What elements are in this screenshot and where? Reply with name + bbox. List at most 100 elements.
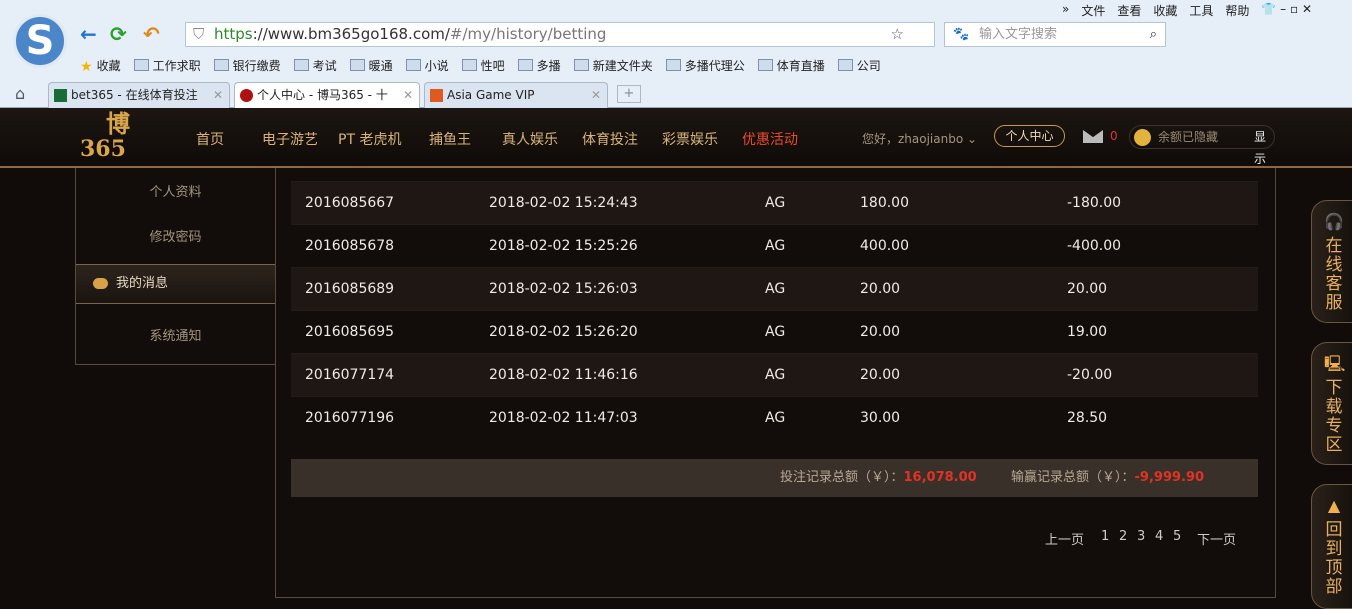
close-icon[interactable]: ✕ xyxy=(213,83,223,107)
nav-home[interactable]: 首页 xyxy=(196,129,224,149)
cell-order-id: 2016085695 xyxy=(305,324,395,340)
back-icon[interactable]: ← xyxy=(80,22,97,46)
win-total-label: 输赢记录总额（￥）： xyxy=(1011,470,1135,485)
browser-chrome: » 文件 查看 收藏 工具 帮助 👕 – ▫ ✕ S ← ⟳ ↶ ⛉ https… xyxy=(0,0,1352,108)
tab-personal-center[interactable]: 个人中心 - 博马365 - 十 ✕ xyxy=(234,82,420,108)
bookmark[interactable]: 多播代理公 xyxy=(666,57,745,75)
shield-icon: ⛉ xyxy=(193,25,205,43)
site-logo[interactable]: 博 365 xyxy=(80,112,164,164)
window-controls[interactable]: 👕 – ▫ ✕ xyxy=(1261,2,1312,19)
menu-help[interactable]: 帮助 xyxy=(1225,2,1249,19)
page-1[interactable]: 1 xyxy=(1101,529,1109,544)
bookmark[interactable]: 工作求职 xyxy=(134,57,201,75)
nav-fishing[interactable]: 捕鱼王 xyxy=(429,129,471,149)
cell-bet-amount: 400.00 xyxy=(860,238,909,254)
sidebar-item-profile[interactable]: 个人资料 xyxy=(76,181,275,200)
bookmark-favorites[interactable]: 收藏 xyxy=(80,57,121,75)
float-label: 在线客服 xyxy=(1325,236,1343,313)
float-label: 下载专区 xyxy=(1325,378,1343,455)
user-greeting[interactable]: 您好，zhaojianbo ⌄ xyxy=(862,130,977,147)
bookmark[interactable]: 考试 xyxy=(294,57,337,75)
win-total: 输赢记录总额（￥）：-9,999.90 xyxy=(1011,459,1204,497)
table-row: 2016077196 2018-02-02 11:47:03 AG 30.00 28.5… xyxy=(291,396,1258,439)
bookmark[interactable]: 多播 xyxy=(518,57,561,75)
star-icon[interactable]: ☆ xyxy=(891,23,904,46)
nav-promotions[interactable]: 优惠活动 xyxy=(742,129,798,149)
online-service-button[interactable]: 🎧 在线客服 xyxy=(1311,200,1352,323)
cell-win-loss: -400.00 xyxy=(1067,238,1122,254)
home-icon[interactable]: ⌂ xyxy=(15,84,25,103)
bet-total-label: 投注记录总额（￥）： xyxy=(780,470,904,485)
cell-win-loss: 28.50 xyxy=(1067,410,1108,426)
new-tab-button[interactable]: + xyxy=(617,85,641,103)
sidebar-item-system-notice[interactable]: 系统通知 xyxy=(76,325,275,344)
personal-center-button[interactable]: 个人中心 xyxy=(994,125,1065,147)
site-favicon xyxy=(240,89,253,102)
url-scheme: https xyxy=(214,25,253,43)
cell-platform: AG xyxy=(765,410,786,426)
page-5[interactable]: 5 xyxy=(1173,529,1181,544)
page-2[interactable]: 2 xyxy=(1119,529,1127,544)
tab-bet365[interactable]: bet365 - 在线体育投注 ✕ xyxy=(48,82,230,108)
bookmark[interactable]: 体育直播 xyxy=(758,57,825,75)
cell-platform: AG xyxy=(765,238,786,254)
cell-order-id: 2016077174 xyxy=(305,367,395,383)
search-icon[interactable]: ⌕ xyxy=(1150,23,1157,46)
rocket-icon: ▲ xyxy=(1327,496,1341,515)
bookmark[interactable]: 小说 xyxy=(406,57,449,75)
close-icon[interactable]: ✕ xyxy=(591,83,601,107)
search-input[interactable]: 🐾 输入文字搜索 ⌕ xyxy=(944,22,1166,47)
cell-bet-amount: 20.00 xyxy=(860,281,901,297)
nav-lottery[interactable]: 彩票娱乐 xyxy=(662,129,718,149)
prev-page-button[interactable]: 上一页 xyxy=(1045,529,1084,548)
download-button[interactable]: 🖳 下载专区 xyxy=(1311,342,1352,465)
address-bar[interactable]: ⛉ https://www.bm365go168.com/#/my/histor… xyxy=(185,22,935,47)
nav-pt-slots[interactable]: PT 老虎机 xyxy=(338,129,401,149)
cell-platform: AG xyxy=(765,324,786,340)
bookmark[interactable]: 性吧 xyxy=(462,57,505,75)
page-3[interactable]: 3 xyxy=(1137,529,1145,544)
headset-icon: 🎧 xyxy=(1324,212,1344,231)
page-4[interactable]: 4 xyxy=(1155,529,1163,544)
tab-label: 个人中心 - 博马365 - 十 xyxy=(257,88,388,102)
browser-logo-icon[interactable]: S xyxy=(13,14,67,68)
menu-more[interactable]: » xyxy=(1062,2,1069,19)
next-page-button[interactable]: 下一页 xyxy=(1197,529,1236,548)
greeting-text: 您好，zhaojianbo xyxy=(862,132,964,146)
sidebar-item-my-messages[interactable]: 我的消息 xyxy=(76,264,275,304)
nav-live-casino[interactable]: 真人娱乐 xyxy=(502,129,558,149)
tab-asia-game[interactable]: Asia Game VIP ✕ xyxy=(424,82,608,108)
cell-order-id: 2016085689 xyxy=(305,281,395,297)
nav-sports[interactable]: 体育投注 xyxy=(582,129,638,149)
summary-bar: 投注记录总额（￥）：16,078.00 输赢记录总额（￥）：-9,999.90 xyxy=(291,459,1258,497)
bookmark[interactable]: 银行缴费 xyxy=(214,57,281,75)
menu-file[interactable]: 文件 xyxy=(1081,2,1105,19)
bookmark[interactable]: 暖通 xyxy=(350,57,393,75)
table-row: 2016085667 2018-02-02 15:24:43 AG 180.00 -18… xyxy=(291,181,1258,224)
show-balance-button[interactable]: 显示 xyxy=(1254,126,1274,170)
close-icon[interactable]: ✕ xyxy=(403,83,413,107)
menu-view[interactable]: 查看 xyxy=(1117,2,1141,19)
cell-bet-time: 2018-02-02 15:24:43 xyxy=(489,195,638,211)
back-to-top-button[interactable]: ▲ 回到顶部 xyxy=(1311,484,1352,609)
cell-bet-time: 2018-02-02 15:25:26 xyxy=(489,238,638,254)
cell-win-loss: -20.00 xyxy=(1067,367,1113,383)
nav-egames[interactable]: 电子游艺 xyxy=(262,129,318,149)
balance-box: 余额已隐藏 显示 xyxy=(1129,125,1275,166)
menu-tools[interactable]: 工具 xyxy=(1189,2,1213,19)
undo-icon[interactable]: ↶ xyxy=(143,22,160,46)
cell-bet-time: 2018-02-02 15:26:20 xyxy=(489,324,638,340)
cell-order-id: 2016077196 xyxy=(305,410,395,426)
bet-total: 投注记录总额（￥）：16,078.00 xyxy=(780,459,977,497)
table-row: 2016085695 2018-02-02 15:26:20 AG 20.00 19.0… xyxy=(291,310,1258,353)
bookmark[interactable]: 公司 xyxy=(838,57,881,75)
tab-label: bet365 - 在线体育投注 xyxy=(71,88,198,102)
cell-bet-time: 2018-02-02 11:46:16 xyxy=(489,367,638,383)
menu-favorites[interactable]: 收藏 xyxy=(1153,2,1177,19)
sidebar-item-change-password[interactable]: 修改密码 xyxy=(76,226,275,245)
search-placeholder: 输入文字搜索 xyxy=(979,27,1058,42)
bookmark[interactable]: 新建文件夹 xyxy=(574,57,653,75)
tab-label: Asia Game VIP xyxy=(447,88,535,102)
cell-bet-time: 2018-02-02 11:47:03 xyxy=(489,410,638,426)
refresh-icon[interactable]: ⟳ xyxy=(110,22,127,46)
